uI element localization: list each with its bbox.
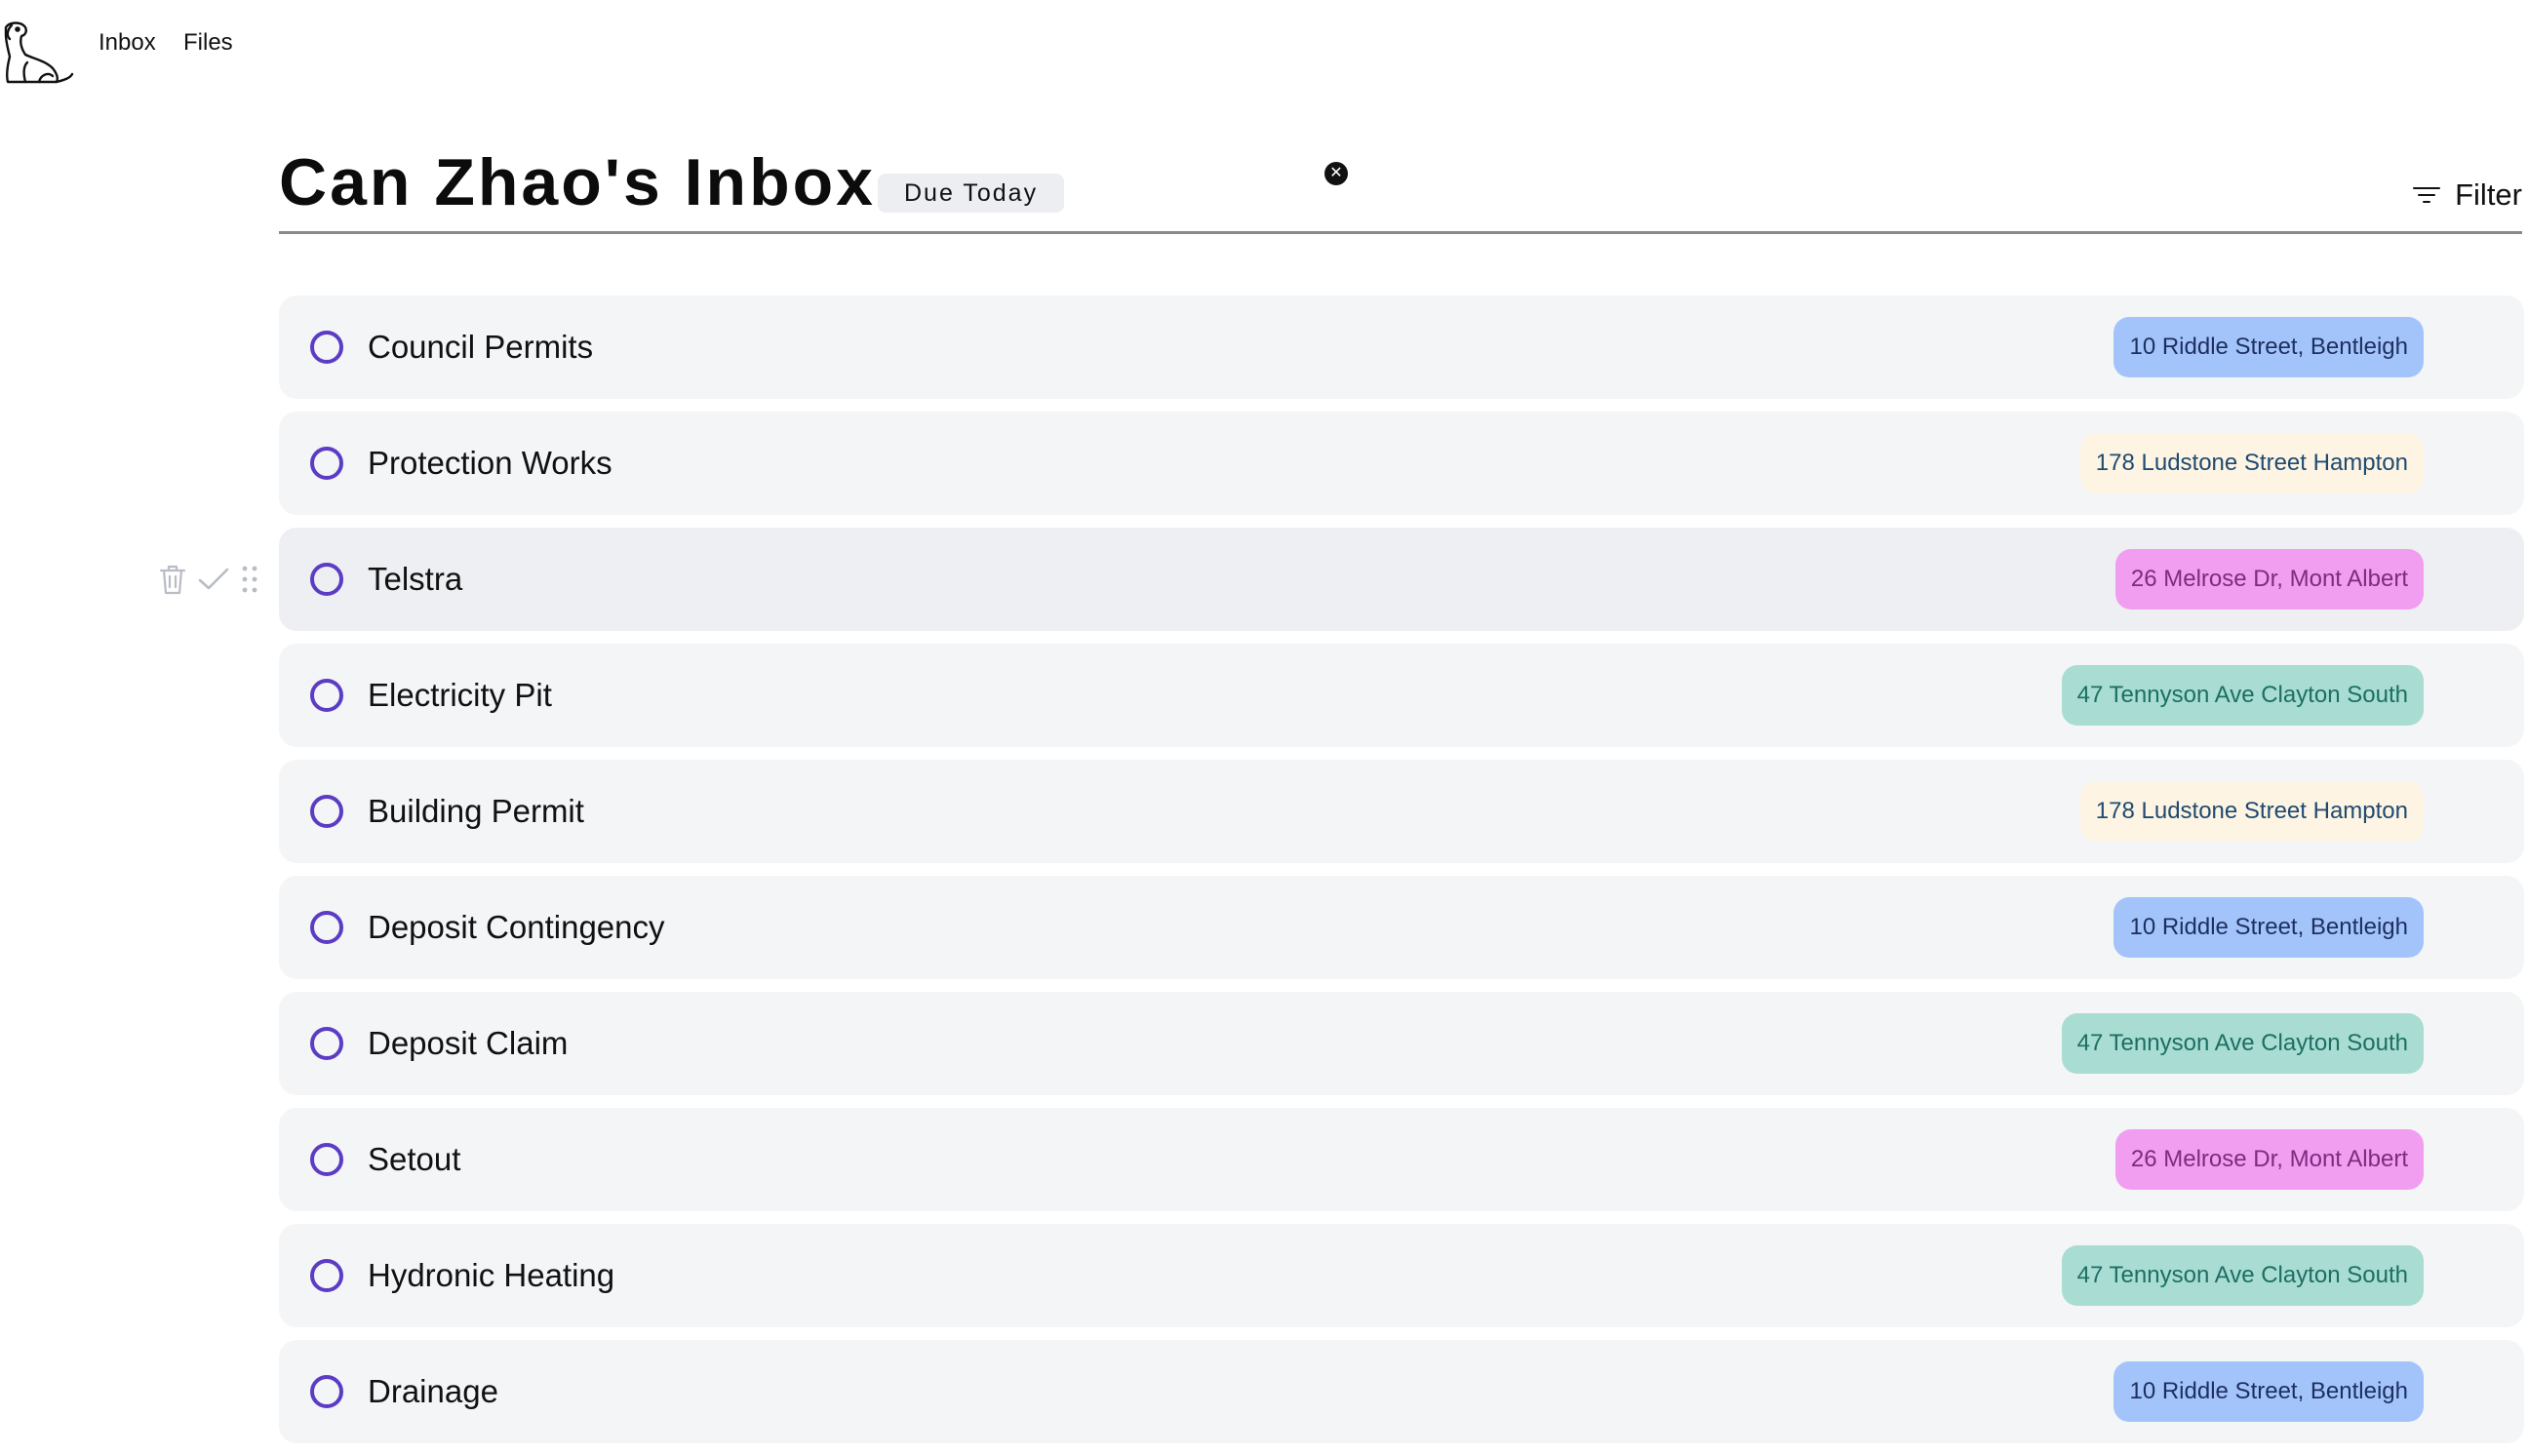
task-title[interactable]: Deposit Claim (368, 1025, 568, 1062)
task-complete-circle[interactable] (310, 563, 343, 596)
task-address-tag[interactable]: 10 Riddle Street, Bentleigh (2113, 317, 2424, 377)
task-row[interactable]: Hydronic Heating 47 Tennyson Ave Clayton… (279, 1224, 2524, 1327)
task-title[interactable]: Council Permits (368, 329, 593, 366)
task-title[interactable]: Deposit Contingency (368, 909, 665, 946)
trash-icon[interactable] (158, 563, 187, 596)
task-complete-circle[interactable] (310, 679, 343, 712)
nav-files-link[interactable]: Files (183, 29, 233, 57)
task-complete-circle[interactable] (310, 1143, 343, 1176)
task-row[interactable]: Building Permit 178 Ludstone Street Hamp… (279, 760, 2524, 863)
task-row[interactable]: Deposit Claim 47 Tennyson Ave Clayton So… (279, 992, 2524, 1095)
filter-label: Filter (2455, 177, 2522, 212)
task-row[interactable]: Protection Works 178 Ludstone Street Ham… (279, 412, 2524, 515)
task-row[interactable]: Council Permits 10 Riddle Street, Bentle… (279, 295, 2524, 399)
task-row[interactable]: Deposit Contingency 10 Riddle Street, Be… (279, 876, 2524, 979)
dog-logo-icon[interactable] (0, 20, 78, 84)
page-title: Can Zhao's Inbox (279, 145, 876, 219)
nav-inbox-link[interactable]: Inbox (99, 29, 156, 57)
task-title[interactable]: Setout (368, 1141, 460, 1178)
due-today-filter-chip[interactable]: Due Today (878, 174, 1065, 213)
task-address-tag[interactable]: 47 Tennyson Ave Clayton South (2061, 1013, 2424, 1074)
task-complete-circle[interactable] (310, 1375, 343, 1408)
task-row[interactable]: Drainage 10 Riddle Street, Bentleigh (279, 1340, 2524, 1443)
task-title[interactable]: Hydronic Heating (368, 1257, 614, 1294)
inbox-header: Can Zhao's Inbox Due Today ✕ Filter (279, 137, 2522, 234)
task-address-tag[interactable]: 10 Riddle Street, Bentleigh (2113, 897, 2424, 958)
task-address-tag[interactable]: 26 Melrose Dr, Mont Albert (2114, 1129, 2424, 1190)
task-complete-circle[interactable] (310, 911, 343, 944)
task-row[interactable]: Electricity Pit 47 Tennyson Ave Clayton … (279, 644, 2524, 747)
filter-lines-icon (2413, 187, 2441, 203)
task-complete-circle[interactable] (310, 1027, 343, 1060)
task-address-tag[interactable]: 178 Ludstone Street Hampton (2079, 433, 2424, 493)
task-complete-circle[interactable] (310, 1259, 343, 1292)
remove-chip-close-icon[interactable]: ✕ (1324, 162, 1348, 185)
filter-button[interactable]: Filter (2412, 177, 2522, 213)
task-title[interactable]: Drainage (368, 1373, 498, 1410)
task-title[interactable]: Protection Works (368, 445, 612, 482)
task-complete-circle[interactable] (310, 795, 343, 828)
task-row[interactable]: Telstra 26 Melrose Dr, Mont Albert (159, 528, 2524, 631)
task-title[interactable]: Electricity Pit (368, 677, 552, 714)
task-address-tag[interactable]: 47 Tennyson Ave Clayton South (2061, 1245, 2424, 1306)
task-address-tag[interactable]: 178 Ludstone Street Hampton (2079, 781, 2424, 842)
task-complete-circle[interactable] (310, 447, 343, 480)
task-title[interactable]: Telstra (368, 561, 462, 598)
task-address-tag[interactable]: 10 Riddle Street, Bentleigh (2113, 1361, 2424, 1422)
drag-handle-icon[interactable] (240, 564, 259, 595)
task-row[interactable]: Setout 26 Melrose Dr, Mont Albert (279, 1108, 2524, 1211)
task-list: Council Permits 10 Riddle Street, Bentle… (159, 295, 2524, 1456)
task-title[interactable]: Building Permit (368, 793, 584, 830)
task-complete-circle[interactable] (310, 331, 343, 364)
task-address-tag[interactable]: 47 Tennyson Ave Clayton South (2061, 665, 2424, 726)
task-address-tag[interactable]: 26 Melrose Dr, Mont Albert (2114, 549, 2424, 610)
row-actions (158, 528, 259, 631)
check-icon[interactable] (197, 566, 230, 593)
